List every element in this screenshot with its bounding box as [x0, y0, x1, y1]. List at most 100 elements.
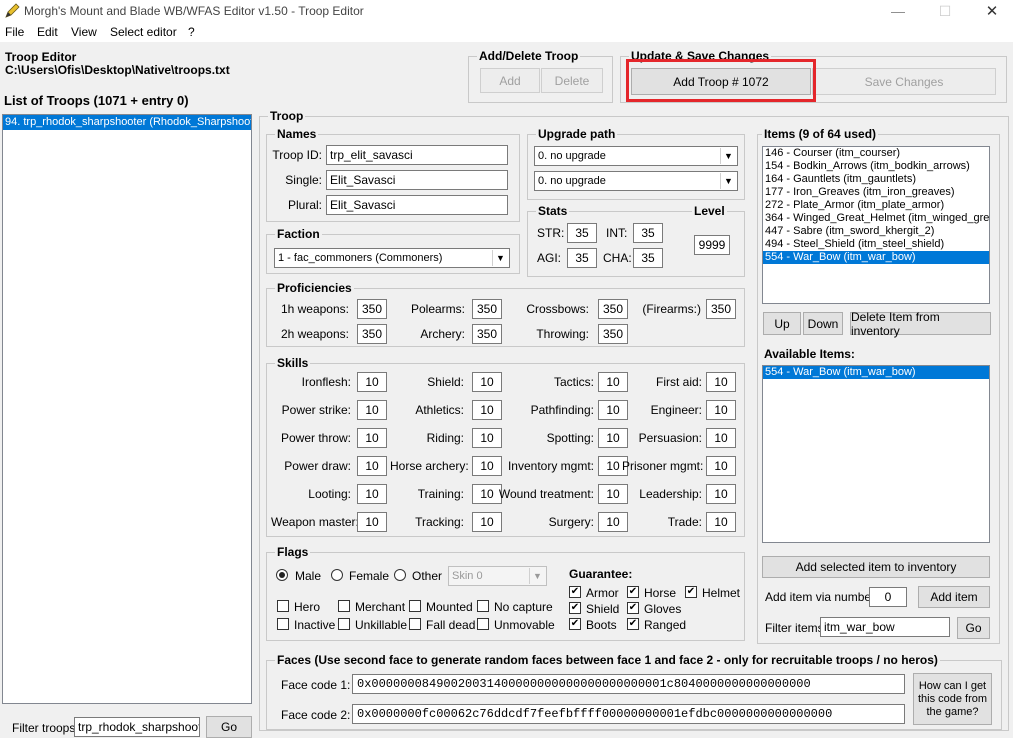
face-code-2-input[interactable]: 0x0000000fc00062c76ddcdf7feefbffff000000…	[352, 704, 905, 724]
guarantee-checkbox[interactable]: ✔	[627, 586, 639, 598]
flag-checkbox[interactable]	[477, 618, 489, 630]
prof-1h-input[interactable]: 350	[357, 299, 387, 319]
int-input[interactable]: 35	[633, 223, 663, 243]
inventory-item[interactable]: 364 - Winged_Great_Helmet (itm_winged_gr…	[763, 212, 989, 225]
other-radio[interactable]	[394, 569, 406, 581]
prof-polearms-input[interactable]: 350	[472, 299, 502, 319]
skin-select[interactable]: Skin 0 ▼	[448, 566, 547, 586]
stats-title: Stats	[536, 204, 570, 218]
skill-input[interactable]: 10	[357, 372, 387, 392]
skill-label: Surgery:	[548, 515, 594, 529]
inventory-item[interactable]: 154 - Bodkin_Arrows (itm_bodkin_arrows)	[763, 160, 989, 173]
prof-firearms-input[interactable]: 350	[706, 299, 736, 319]
face-code-1-label: Face code 1:	[281, 678, 351, 692]
inventory-item[interactable]: 177 - Iron_Greaves (itm_iron_greaves)	[763, 186, 989, 199]
items-title: Items (9 of 64 used)	[762, 127, 879, 141]
agi-input[interactable]: 35	[567, 248, 597, 268]
available-item[interactable]: 554 - War_Bow (itm_war_bow)	[763, 366, 989, 379]
add-button[interactable]: Add	[480, 68, 540, 93]
inventory-item[interactable]: 447 - Sabre (itm_sword_khergit_2)	[763, 225, 989, 238]
inventory-item[interactable]: 164 - Gauntlets (itm_gauntlets)	[763, 173, 989, 186]
skill-input[interactable]: 10	[357, 456, 387, 476]
female-radio[interactable]	[331, 569, 343, 581]
inventory-item[interactable]: 272 - Plate_Armor (itm_plate_armor)	[763, 199, 989, 212]
maximize-button[interactable]: ☐	[922, 0, 968, 22]
save-changes-button[interactable]: Save Changes	[812, 68, 996, 95]
inventory-item[interactable]: 494 - Steel_Shield (itm_steel_shield)	[763, 238, 989, 251]
guarantee-checkbox[interactable]: ✔	[627, 618, 639, 630]
menu-view[interactable]: View	[71, 25, 97, 39]
upgrade-path-1-select[interactable]: 0. no upgrade ▼	[534, 146, 738, 166]
plural-name-input[interactable]: Elit_Savasci	[326, 195, 508, 215]
cha-input[interactable]: 35	[633, 248, 663, 268]
flag-checkbox[interactable]	[477, 600, 489, 612]
skill-input[interactable]: 10	[706, 456, 736, 476]
prof-archery-input[interactable]: 350	[472, 324, 502, 344]
flag-checkbox[interactable]	[409, 618, 421, 630]
add-item-button[interactable]: Add item	[918, 586, 990, 608]
face-code-help-button[interactable]: How can I get this code from the game?	[913, 673, 992, 725]
skill-input[interactable]: 10	[706, 372, 736, 392]
menu-help[interactable]: ?	[188, 25, 195, 39]
inventory-list[interactable]: 146 - Courser (itm_courser) 154 - Bodkin_…	[762, 146, 990, 304]
troop-list-item[interactable]: 94. trp_rhodok_sharpshooter (Rhodok_Shar…	[3, 115, 251, 130]
face-code-1-input[interactable]: 0x00000008490020031400000000000000000000…	[352, 674, 905, 694]
prof-crossbows-input[interactable]: 350	[598, 299, 628, 319]
skill-input[interactable]: 10	[357, 512, 387, 532]
filter-troops-label: Filter troops:	[12, 721, 79, 735]
filter-troops-input[interactable]: trp_rhodok_sharpshooter	[74, 717, 200, 737]
male-label: Male	[295, 569, 322, 583]
filter-items-input[interactable]: itm_war_bow	[820, 617, 950, 637]
add-via-number-input[interactable]: 0	[869, 587, 907, 607]
upgrade-path-2-select[interactable]: 0. no upgrade ▼	[534, 171, 738, 191]
troop-id-input[interactable]: trp_elit_savasci	[326, 145, 508, 165]
prof-label: (Firearms:)	[642, 302, 701, 316]
guarantee-checkbox[interactable]: ✔	[685, 586, 697, 598]
inventory-item[interactable]: 554 - War_Bow (itm_war_bow)	[763, 251, 989, 264]
skill-input[interactable]: 10	[706, 512, 736, 532]
skill-input[interactable]: 10	[706, 400, 736, 420]
guarantee-checkbox[interactable]: ✔	[569, 618, 581, 630]
skill-input[interactable]: 10	[357, 400, 387, 420]
faction-select[interactable]: 1 - fac_commoners (Commoners) ▼	[274, 248, 510, 268]
flag-checkbox[interactable]	[338, 618, 350, 630]
flag-checkbox[interactable]	[338, 600, 350, 612]
male-radio[interactable]	[276, 569, 288, 581]
str-input[interactable]: 35	[567, 223, 597, 243]
skill-label: Training:	[417, 487, 464, 501]
single-name-input[interactable]: Elit_Savasci	[326, 170, 508, 190]
guarantee-checkbox[interactable]: ✔	[569, 602, 581, 614]
minimize-button[interactable]: —	[875, 0, 921, 22]
guarantee-checkbox[interactable]: ✔	[627, 602, 639, 614]
filter-troops-go-button[interactable]: Go	[206, 716, 252, 738]
troop-list[interactable]: 94. trp_rhodok_sharpshooter (Rhodok_Shar…	[2, 114, 252, 704]
delete-button[interactable]: Delete	[541, 68, 603, 93]
menu-select-editor[interactable]: Select editor	[110, 25, 177, 39]
faces-title: Faces (Use second face to generate rando…	[275, 653, 940, 667]
skill-input[interactable]: 10	[706, 484, 736, 504]
guarantee-checkbox[interactable]: ✔	[569, 586, 581, 598]
skill-input[interactable]: 10	[357, 484, 387, 504]
upgrade-path-title: Upgrade path	[536, 127, 618, 141]
delete-item-button[interactable]: Delete Item from inventory	[850, 310, 991, 338]
down-button[interactable]: Down	[803, 312, 843, 335]
prof-2h-input[interactable]: 350	[357, 324, 387, 344]
menu-edit[interactable]: Edit	[37, 25, 58, 39]
skill-label: Engineer:	[650, 403, 702, 417]
menu-bar: File Edit View Select editor ?	[0, 22, 1013, 42]
close-button[interactable]: ✕	[969, 0, 1013, 22]
prof-throwing-input[interactable]: 350	[598, 324, 628, 344]
skill-input[interactable]: 10	[357, 428, 387, 448]
flag-label: Inactive	[294, 618, 336, 632]
flag-checkbox[interactable]	[277, 618, 289, 630]
filter-items-go-button[interactable]: Go	[957, 617, 990, 639]
available-items-list[interactable]: 554 - War_Bow (itm_war_bow)	[762, 365, 990, 543]
flag-checkbox[interactable]	[277, 600, 289, 612]
add-selected-button[interactable]: Add selected item to inventory	[762, 556, 990, 578]
level-input[interactable]: 9999	[694, 235, 730, 255]
up-button[interactable]: Up	[763, 312, 801, 335]
flag-checkbox[interactable]	[409, 600, 421, 612]
inventory-item[interactable]: 146 - Courser (itm_courser)	[763, 147, 989, 160]
skill-input[interactable]: 10	[706, 428, 736, 448]
menu-file[interactable]: File	[5, 25, 24, 39]
